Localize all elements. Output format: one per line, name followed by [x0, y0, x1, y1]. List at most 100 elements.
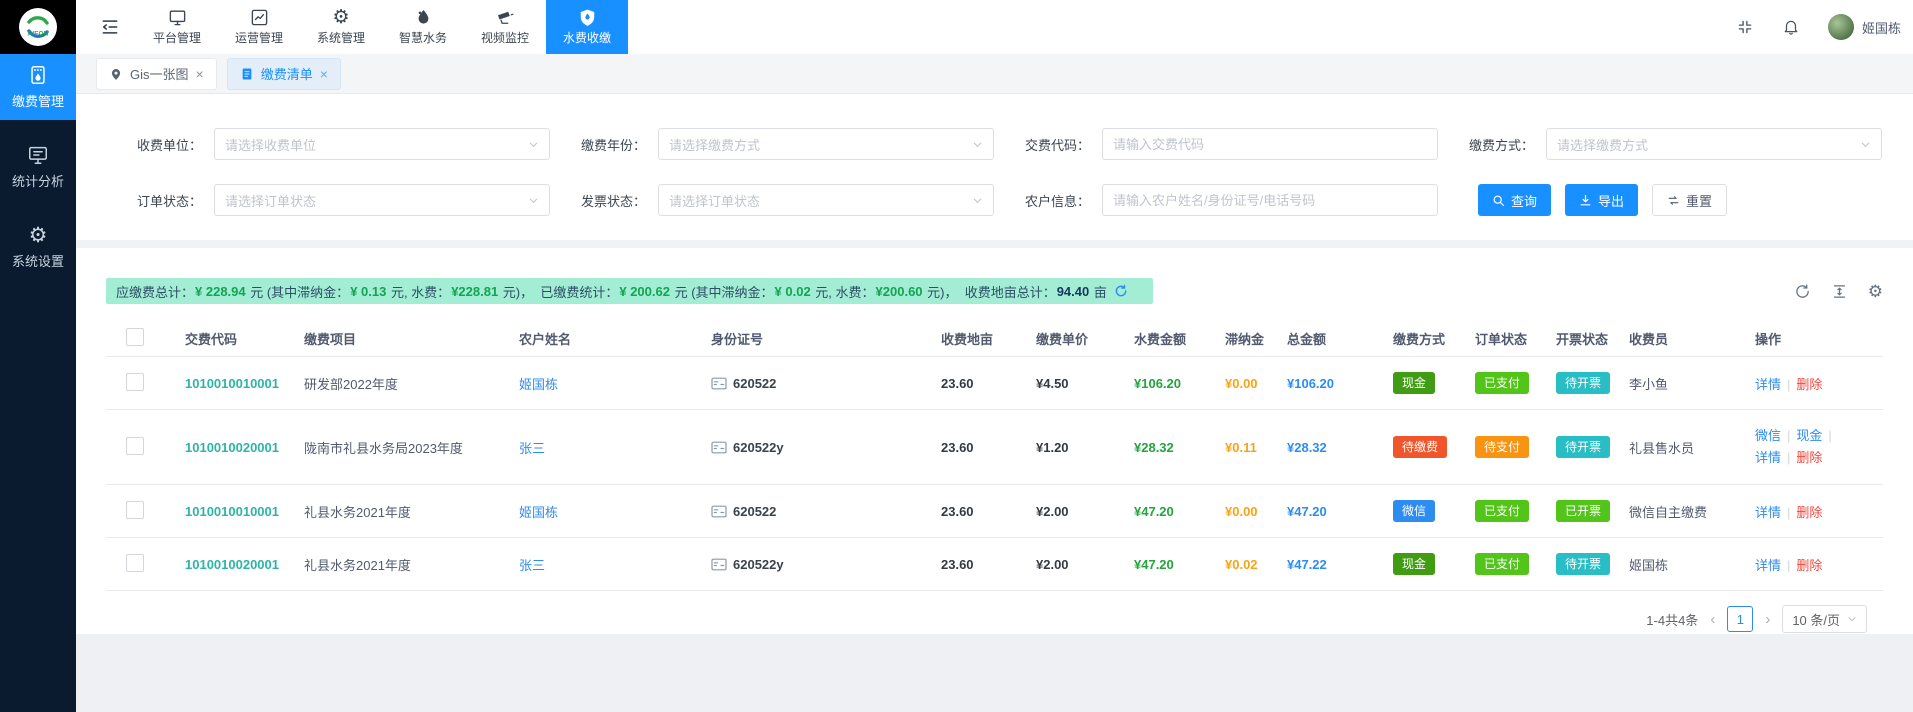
gear-icon: ⚙ — [332, 8, 349, 27]
farmer-info-input[interactable] — [1102, 184, 1438, 216]
top-menu-label: 运营管理 — [235, 29, 283, 46]
farmer-link[interactable]: 姬国栋 — [519, 505, 558, 520]
invoice-status-badge: 待开票 — [1556, 436, 1610, 458]
col-header: 订单状态 — [1469, 320, 1550, 357]
reset-button[interactable]: 重置 — [1652, 184, 1727, 216]
topbar-right: 姬国栋 — [1736, 14, 1913, 40]
detail-link[interactable]: 详情 — [1755, 377, 1781, 392]
topbar: 平台管理 运营管理 ⚙ 系统管理 智慧水务 — [76, 0, 1913, 54]
summary-segment: 元)， 已缴费统计： — [499, 282, 618, 301]
page-number[interactable]: 1 — [1727, 606, 1753, 632]
section-divider — [76, 240, 1913, 248]
top-menu-platform[interactable]: 平台管理 — [136, 0, 218, 54]
detail-link[interactable]: 详情 — [1755, 505, 1781, 520]
summary-segment: 元)， 收费地亩总计： — [924, 282, 1056, 301]
logo-icon: RIEON — [18, 7, 58, 47]
stats-monitor-icon — [27, 144, 49, 166]
farmer-link[interactable]: 张三 — [519, 441, 545, 456]
farmer-link[interactable]: 姬国栋 — [519, 377, 558, 392]
detail-link[interactable]: 详情 — [1755, 558, 1781, 573]
table-settings-gear-icon[interactable]: ⚙ — [1868, 283, 1883, 300]
invoice-status-badge: 待开票 — [1556, 553, 1610, 575]
menu-fold-icon[interactable] — [100, 17, 120, 37]
main-panel: 收费单位： 请选择收费单位 缴费年份： 请选择缴费方式 交费代码： 缴费方式： — [76, 94, 1913, 634]
delete-link[interactable]: 删除 — [1796, 377, 1822, 392]
top-menu-label: 平台管理 — [153, 29, 201, 46]
row-checkbox[interactable] — [126, 501, 144, 519]
row-height-icon[interactable] — [1831, 283, 1848, 300]
query-button[interactable]: 查询 — [1478, 184, 1551, 216]
map-pin-icon — [109, 67, 123, 81]
sidebar-item-statistics[interactable]: 统计分析 — [0, 134, 76, 200]
delete-link[interactable]: 删除 — [1796, 558, 1822, 573]
select-placeholder: 请选择收费单位 — [225, 135, 316, 154]
summary-value: 94.40 — [1057, 284, 1090, 299]
detail-link[interactable]: 详情 — [1755, 450, 1781, 465]
charge-unit-select[interactable]: 请选择收费单位 — [214, 128, 550, 160]
user-menu[interactable]: 姬国栋 — [1828, 14, 1901, 40]
filter-label-order-status: 订单状态： — [106, 191, 214, 210]
cash-pay-link[interactable]: 现金 — [1796, 428, 1822, 443]
invoice-status-select[interactable]: 请选择订单状态 — [658, 184, 994, 216]
cell-project: 礼县水务2021年度 — [298, 485, 513, 538]
next-page-arrow[interactable]: › — [1763, 611, 1772, 628]
id-card-icon — [711, 377, 727, 390]
fullscreen-icon[interactable] — [1736, 18, 1754, 36]
payment-year-select[interactable]: 请选择缴费方式 — [658, 128, 994, 160]
sidebar-item-payment-management[interactable]: 缴费管理 — [0, 54, 76, 120]
logo-text: RIEON — [28, 31, 49, 38]
select-placeholder: 请选择缴费方式 — [669, 135, 760, 154]
select-all-checkbox[interactable] — [126, 328, 144, 346]
sidebar-item-label: 缴费管理 — [12, 91, 64, 110]
cell-collector: 礼县售水员 — [1623, 410, 1749, 485]
tab-payment-list[interactable]: 缴费清单 × — [227, 58, 341, 90]
top-menu-water-fee[interactable]: 水费收缴 — [546, 0, 628, 54]
cell-id-number: 620522y — [733, 557, 784, 572]
tab-gis-map[interactable]: Gis一张图 × — [96, 58, 217, 90]
pagination-total: 1-4共4条 — [1646, 610, 1698, 629]
top-menu-system[interactable]: ⚙ 系统管理 — [300, 0, 382, 54]
top-menu-smart-water[interactable]: 智慧水务 — [382, 0, 464, 54]
close-icon[interactable]: × — [196, 66, 204, 82]
summary-refresh-icon[interactable] — [1114, 254, 1143, 328]
export-button[interactable]: 导出 — [1565, 184, 1638, 216]
filter-label-payment-method: 缴费方式： — [1438, 135, 1546, 154]
top-menu-operations[interactable]: 运营管理 — [218, 0, 300, 54]
refresh-icon[interactable] — [1794, 283, 1811, 300]
pagination: 1-4共4条 ‹ 1 › 10 条/页 — [76, 605, 1867, 633]
delete-link[interactable]: 删除 — [1796, 450, 1822, 465]
sidebar-item-settings[interactable]: ⚙ 系统设置 — [0, 214, 76, 280]
app-logo[interactable]: RIEON — [0, 0, 76, 54]
payment-code-input[interactable] — [1102, 128, 1438, 160]
summary-value: ¥228.81 — [451, 284, 498, 299]
order-status-select[interactable]: 请选择订单状态 — [214, 184, 550, 216]
row-checkbox[interactable] — [126, 554, 144, 572]
top-menu-video[interactable]: 视频监控 — [464, 0, 546, 54]
bell-icon[interactable] — [1782, 18, 1800, 36]
wechat-pay-link[interactable]: 微信 — [1755, 428, 1781, 443]
page-size-select[interactable]: 10 条/页 — [1782, 605, 1867, 633]
row-checkbox[interactable] — [126, 373, 144, 391]
chevron-down-icon — [528, 195, 539, 206]
cell-total: ¥47.22 — [1281, 538, 1387, 591]
order-status-badge: 待支付 — [1475, 436, 1529, 458]
farmer-link[interactable]: 张三 — [519, 558, 545, 573]
cell-code: 1010010020001 — [179, 410, 298, 485]
delete-link[interactable]: 删除 — [1796, 505, 1822, 520]
water-drop-icon — [414, 8, 433, 27]
col-header: 收费地亩 — [935, 320, 1030, 357]
cell-total: ¥47.20 — [1281, 485, 1387, 538]
payment-method-select[interactable]: 请选择缴费方式 — [1546, 128, 1882, 160]
summary-segment: 亩 — [1090, 282, 1107, 301]
tab-strip: Gis一张图 × 缴费清单 × — [76, 54, 1913, 94]
close-icon[interactable]: × — [320, 66, 328, 82]
chevron-down-icon — [1847, 614, 1857, 624]
prev-page-arrow[interactable]: ‹ — [1708, 611, 1717, 628]
col-header: 农户姓名 — [513, 320, 705, 357]
pay-method-badge: 现金 — [1393, 553, 1435, 575]
row-checkbox[interactable] — [126, 437, 144, 455]
cell-code: 1010010020001 — [179, 538, 298, 591]
summary-value: ¥ 200.62 — [619, 284, 670, 299]
summary-value: ¥ 228.94 — [195, 284, 246, 299]
top-menu-label: 智慧水务 — [399, 29, 447, 46]
